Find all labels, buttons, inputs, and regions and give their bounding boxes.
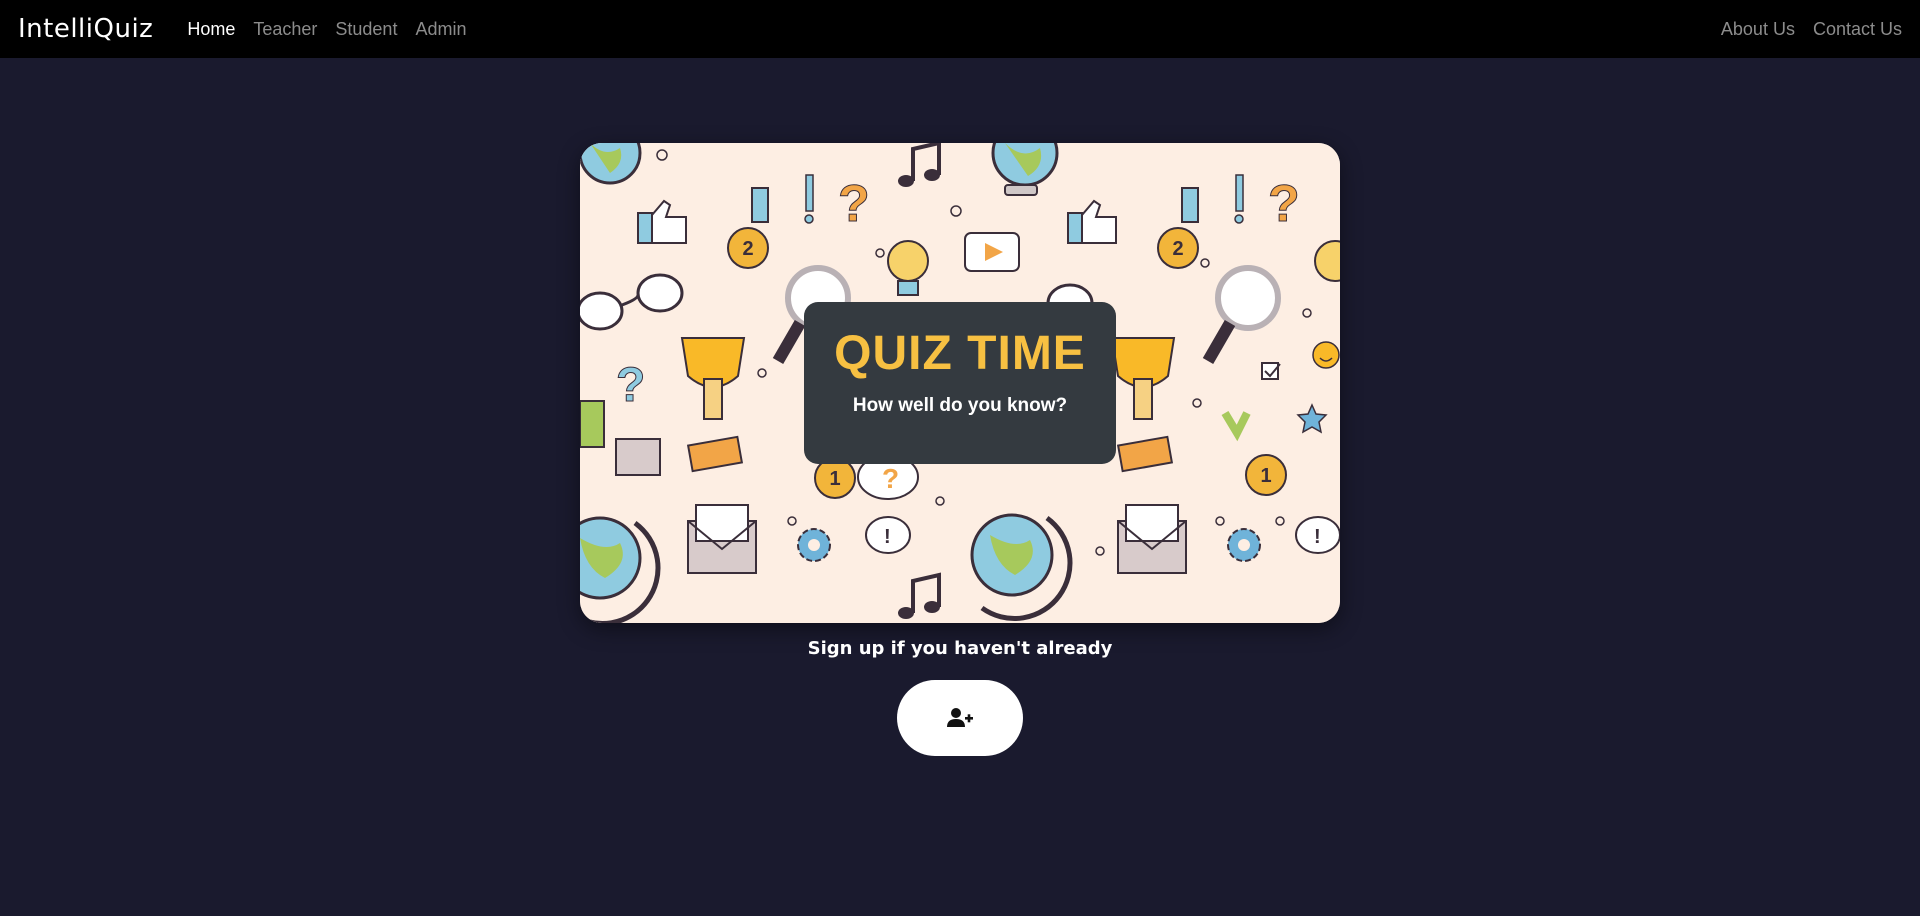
checkbox-icon <box>1261 362 1281 380</box>
medal-number: 2 <box>742 238 753 260</box>
play-icon <box>964 232 1020 272</box>
nav-link-about-us[interactable]: About Us <box>1721 19 1795 40</box>
medal-icon: 1 <box>814 457 856 499</box>
user-plus-icon <box>947 708 973 727</box>
nav-link-contact-us[interactable]: Contact Us <box>1813 19 1902 40</box>
medal-number: 1 <box>829 468 840 490</box>
navbar: IntelliQuiz Home Teacher Student Admin A… <box>0 0 1920 58</box>
nav-right-group: About Us Contact Us <box>1703 19 1902 40</box>
medal-number: 1 <box>1260 465 1271 487</box>
medal-number: 2 <box>1172 238 1183 260</box>
nav-link-home[interactable]: Home <box>187 19 235 40</box>
nav-link-student[interactable]: Student <box>335 19 397 40</box>
nav-link-teacher[interactable]: Teacher <box>253 19 317 40</box>
svg-text:!: ! <box>1314 526 1321 548</box>
hero-title-panel: QUIZ TIME How well do you know? <box>804 302 1116 464</box>
svg-text:?: ? <box>616 359 645 412</box>
hero-subtitle: How well do you know? <box>852 395 1068 416</box>
svg-text:?: ? <box>882 463 899 494</box>
svg-text:!: ! <box>884 526 891 548</box>
signup-button[interactable] <box>897 680 1023 756</box>
svg-text:?: ? <box>838 175 870 233</box>
smiley-icon <box>1312 341 1340 369</box>
signup-prompt: Sign up if you haven't already <box>807 638 1113 659</box>
nav-link-admin[interactable]: Admin <box>415 19 466 40</box>
svg-text:?: ? <box>1268 175 1300 233</box>
brand-logo[interactable]: IntelliQuiz <box>18 14 153 44</box>
hero-title: QUIZ TIME <box>834 327 1086 380</box>
hero-banner: 2 2 1 1 ? ? ? ? ! ! QUIZ TIME How well d… <box>580 143 1340 623</box>
